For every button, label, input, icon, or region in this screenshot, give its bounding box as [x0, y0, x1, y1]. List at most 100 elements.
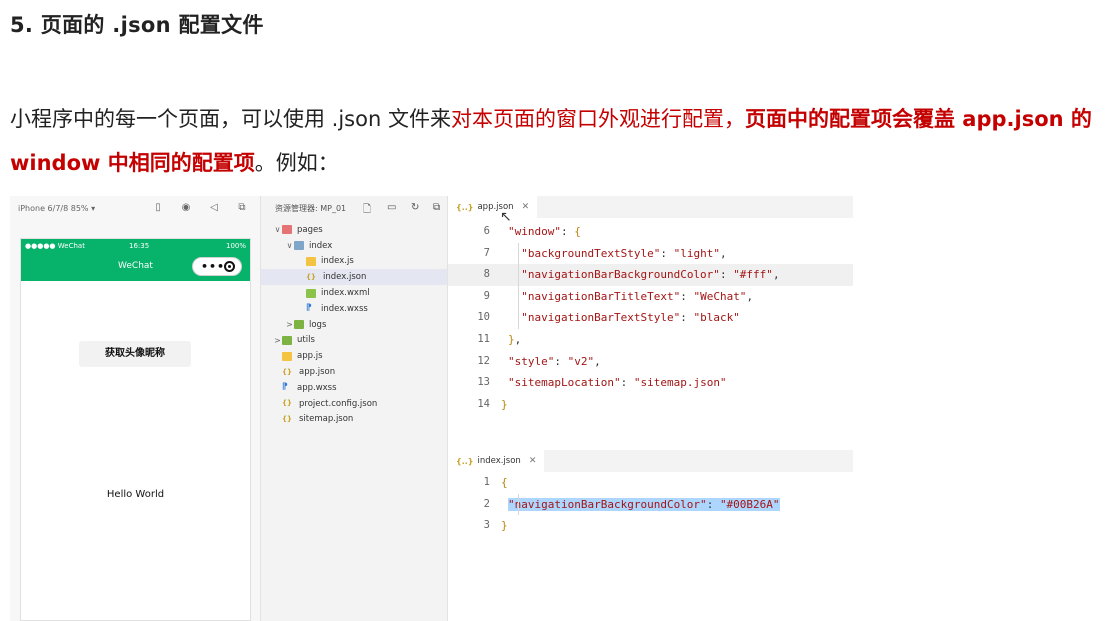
code-text: "window": { — [508, 225, 581, 238]
folder-green-icon — [282, 335, 292, 345]
tree-item[interactable]: index.wxml — [261, 285, 447, 301]
tree-item[interactable]: {} index.json — [261, 269, 447, 286]
new-file-icon[interactable]: 🗋 — [363, 202, 371, 219]
chevron-icon: ∨ — [274, 225, 281, 235]
tree-item-label: app.json — [299, 367, 336, 378]
carrier-signal: ●●●●● WeChat — [25, 242, 85, 250]
line-number: 3 — [483, 519, 490, 532]
editor-tabbar-bottom: {..} index.json ✕ — [448, 450, 853, 472]
line-number: 6 — [483, 225, 490, 237]
refresh-icon[interactable]: ↻ — [411, 202, 419, 213]
tab-index-json[interactable]: {..} index.json ✕ — [448, 450, 545, 472]
line-number: 8 — [483, 268, 490, 281]
get-avatar-nickname-button[interactable]: 获取头像昵称 — [79, 341, 191, 367]
tree-item[interactable]: app.js — [261, 348, 447, 364]
battery-status: 100% — [225, 242, 246, 250]
menu-capsule[interactable]: ••• — [192, 257, 242, 276]
js-icon — [306, 256, 316, 266]
chevron-icon: ∨ — [286, 241, 293, 251]
paragraph-tail-text: 。例如： — [254, 151, 339, 175]
tree-item[interactable]: ∨ pages — [261, 222, 447, 238]
paragraph-red-text: 对本页面的窗口外观进行配置， — [450, 107, 745, 131]
section-heading: 5. 页面的 .json 配置文件 — [10, 13, 264, 37]
more-icon[interactable]: ••• — [201, 260, 225, 274]
json-icon: {} — [306, 272, 316, 281]
file-explorer: 资源管理器: MP_01 🗋 ▭ ↻ ⧉ ∨ pages ∨ index index.j… — [260, 196, 448, 621]
tree-item[interactable]: {} sitemap.json — [261, 412, 447, 428]
folder-red-icon — [282, 225, 292, 235]
detach-window-icon[interactable]: ⧉ — [236, 202, 248, 214]
chevron-icon: > — [274, 335, 281, 345]
tree-item-label: index.wxml — [321, 288, 370, 299]
tree-item[interactable]: {} app.json — [261, 364, 447, 380]
line-number: 1 — [483, 476, 490, 488]
new-folder-icon[interactable]: ▭ — [387, 202, 396, 213]
file-tree: ∨ pages ∨ index index.js {} index.json index.wx… — [261, 222, 447, 427]
code-line: 7 "backgroundTextStyle": "light", — [448, 243, 853, 265]
close-icon[interactable]: ✕ — [529, 456, 537, 466]
json-icon: {} — [282, 367, 292, 376]
line-number: 13 — [477, 376, 490, 389]
wxss-icon: ⁋ — [306, 303, 312, 314]
line-number: 11 — [477, 332, 490, 345]
tree-item[interactable]: ⁋ index.wxss — [261, 301, 447, 317]
tree-item-label: sitemap.json — [299, 414, 354, 425]
close-icon[interactable]: ✕ — [522, 202, 530, 212]
tree-item[interactable]: index.js — [261, 254, 447, 270]
close-mini-program-icon[interactable] — [224, 261, 235, 272]
explorer-header: 资源管理器: MP_01 🗋 ▭ ↻ ⧉ — [261, 196, 447, 220]
tree-item[interactable]: > logs — [261, 317, 447, 333]
app-json-code[interactable]: 6 "window": { 7 "backgroundTextStyle": "li… — [448, 221, 853, 415]
indent-guide — [518, 493, 519, 516]
code-line: 9 "navigationBarTitleText": "WeChat", — [448, 286, 853, 308]
code-editor: {..} app.json ✕ ↖ 6 "window": { 7 "backgro… — [448, 196, 853, 621]
tree-item[interactable]: ⁋ app.wxss — [261, 380, 447, 396]
paragraph-text: 小程序中的每一个页面，可以使用 .json 文件来 — [10, 107, 451, 131]
code-text: "backgroundTextStyle": "light", — [521, 246, 727, 260]
device-selector[interactable]: iPhone 6/7/8 85% ▾ — [18, 204, 95, 213]
tree-item[interactable]: ∨ index — [261, 238, 447, 254]
hello-world-text: Hello World — [106, 489, 165, 500]
status-time: 16:35 — [129, 242, 150, 250]
phone-icon[interactable]: ▯ — [152, 202, 164, 214]
json-file-icon: {..} — [456, 456, 474, 466]
tree-item-label: logs — [309, 319, 327, 330]
simulator-toolbar: iPhone 6/7/8 85% ▾ ▯ ◉ ◁ ⧉ — [10, 196, 260, 220]
tree-item-label: index.json — [323, 272, 367, 283]
code-text: "navigationBarTitleText": "WeChat", — [521, 289, 754, 303]
collapse-all-icon[interactable]: ⧉ — [433, 202, 440, 213]
phone-screen: ●●●●● WeChat 16:35 100% WeChat ••• 获取头像昵… — [20, 238, 251, 621]
json-file-icon: {..} — [456, 202, 474, 212]
tab-label: index.json — [477, 456, 521, 466]
tab-app-json[interactable]: {..} app.json ✕ — [448, 196, 538, 218]
volume-icon[interactable]: ◁ — [208, 202, 220, 214]
code-line: 6 "window": { — [448, 221, 853, 243]
folder-blue-icon — [294, 241, 304, 251]
line-number: 9 — [483, 289, 490, 302]
status-bar: ●●●●● WeChat 16:35 100% — [25, 242, 246, 252]
tree-item-label: index — [309, 240, 333, 251]
tree-item[interactable]: {} project.config.json — [261, 396, 447, 412]
code-line: 14} — [448, 394, 853, 416]
index-json-code[interactable]: 1{2 "navigationBarBackgroundColor": "#00B… — [448, 472, 853, 537]
code-text: "navigationBarBackgroundColor": "#fff", — [521, 268, 780, 282]
wxss-icon: ⁋ — [282, 382, 288, 393]
line-number: 12 — [477, 354, 490, 367]
tree-item-label: index.js — [321, 256, 354, 267]
line-number: 2 — [483, 497, 490, 510]
folder-green-icon — [294, 320, 304, 330]
line-number: 7 — [483, 246, 490, 259]
chevron-icon: > — [286, 320, 293, 330]
tree-item[interactable]: > utils — [261, 333, 447, 349]
json-icon: {} — [282, 414, 292, 423]
code-text: }, — [508, 332, 522, 346]
line-number: 14 — [477, 397, 490, 410]
wxml-icon — [306, 288, 316, 298]
js-icon — [282, 351, 292, 361]
record-icon[interactable]: ◉ — [180, 202, 192, 214]
tree-item-label: utils — [297, 335, 315, 346]
code-line: 1{ — [448, 472, 853, 494]
code-line: 2 "navigationBarBackgroundColor": "#00B26… — [448, 494, 853, 516]
tree-item-label: project.config.json — [299, 398, 378, 409]
editor-tabbar-top: {..} app.json ✕ ↖ — [448, 196, 853, 225]
